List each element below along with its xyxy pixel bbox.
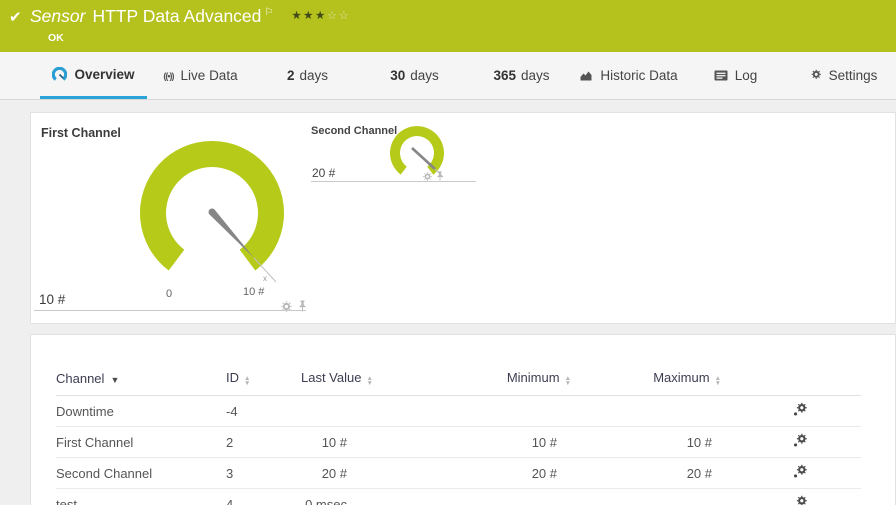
cell-last-value: 10 # — [301, 426, 375, 458]
gauges-panel: First Channel 0 10 # x 10 # Second Chann… — [30, 112, 896, 324]
tab-label: Historic Data — [600, 68, 678, 83]
secondary-gauge — [390, 126, 444, 178]
tab-settings[interactable]: Settings — [789, 52, 896, 99]
sensor-status-header: ✔ Sensor HTTP Data Advanced ⚐ ★★★☆☆ OK — [0, 0, 896, 52]
cell-maximum: 10 # — [585, 426, 735, 458]
tab-log[interactable]: Log — [682, 52, 789, 99]
gauge-scale-min: 0 — [165, 288, 173, 300]
object-kind-label: Sensor — [30, 6, 86, 26]
ok-check-icon: ✔ — [9, 9, 22, 26]
channels-panel: Channel ▼ ID ▲ ▼ Last Value ▲ ▼ Minimum ▲ ▼ Max… — [30, 334, 896, 505]
table-row[interactable]: Downtime -4 — [56, 395, 861, 427]
log-icon — [714, 70, 728, 81]
gauge-needle — [411, 147, 436, 170]
table-header-row: Channel ▼ ID ▲ ▼ Last Value ▲ ▼ Minimum ▲ ▼ Max… — [56, 370, 861, 396]
gauge-icon — [52, 66, 68, 81]
tab-bar: Overview ((•)) Live Data 2 days 30 days … — [0, 52, 896, 100]
secondary-channel-value: 20 # — [312, 166, 336, 180]
tab-label: days — [299, 68, 329, 83]
table-row[interactable]: test 4 0 msec — [56, 488, 861, 505]
channel-settings-icon[interactable] — [793, 464, 808, 479]
tab-overview[interactable]: Overview — [40, 52, 147, 99]
tab-label: Settings — [828, 68, 878, 83]
cell-id: 2 — [226, 426, 301, 458]
cell-maximum — [585, 488, 735, 505]
tab-label: Live Data — [180, 68, 238, 83]
cell-minimum — [375, 395, 585, 427]
gauge-scale-max: 10 # — [243, 286, 265, 298]
column-header-last-value[interactable]: Last Value ▲ ▼ — [301, 370, 375, 396]
sort-icon: ▲ ▼ — [244, 375, 251, 387]
cell-minimum: 10 # — [375, 426, 585, 458]
tab-30-days[interactable]: 30 days — [361, 52, 468, 99]
tab-365-days[interactable]: 365 days — [468, 52, 575, 99]
cell-maximum: 20 # — [585, 457, 735, 489]
tab-number: 2 — [286, 68, 295, 83]
tab-label: Log — [734, 68, 758, 83]
tile-underline — [34, 310, 306, 311]
column-header-id[interactable]: ID ▲ ▼ — [226, 370, 301, 396]
cell-id: 4 — [226, 488, 301, 505]
column-header-minimum[interactable]: Minimum ▲ ▼ — [375, 370, 585, 396]
live-data-icon: ((•)) — [163, 70, 174, 81]
sort-icon: ▲ ▼ — [714, 375, 721, 387]
cell-maximum — [585, 395, 735, 427]
gauge-needle-marker: x — [263, 274, 267, 283]
flag-icon[interactable]: ⚐ — [264, 7, 273, 18]
sort-icon: ▲ ▼ — [564, 375, 571, 387]
sensor-title: HTTP Data Advanced — [92, 6, 262, 26]
tab-number: 30 — [390, 68, 406, 83]
cell-minimum: 20 # — [375, 457, 585, 489]
channel-gear-icon[interactable] — [423, 171, 432, 181]
cell-channel[interactable]: First Channel — [56, 426, 226, 458]
stars-filled: ★★★ — [291, 10, 327, 22]
table-row[interactable]: First Channel 2 10 # 10 # 10 # — [56, 426, 861, 458]
tab-label: Overview — [74, 66, 135, 82]
stars-empty: ☆☆ — [326, 10, 351, 22]
status-badge: OK — [48, 32, 64, 44]
primary-channel-value: 10 # — [39, 292, 66, 307]
sensor-title-row: Sensor HTTP Data Advanced ⚐ ★★★☆☆ — [30, 6, 350, 27]
sort-icon: ▲ ▼ — [366, 375, 373, 387]
cell-id: 3 — [226, 457, 301, 489]
column-header-actions — [735, 370, 861, 396]
cell-last-value: 20 # — [301, 457, 375, 489]
cell-last-value — [301, 395, 375, 427]
priority-stars[interactable]: ★★★☆☆ — [291, 8, 350, 22]
cell-channel[interactable]: Downtime — [56, 395, 226, 427]
sort-desc-icon: ▼ — [110, 374, 120, 385]
tab-number: 365 — [493, 68, 516, 83]
column-header-maximum[interactable]: Maximum ▲ ▼ — [585, 370, 735, 396]
cell-channel[interactable]: test — [56, 488, 226, 505]
area-chart-icon — [580, 71, 592, 80]
channel-settings-icon[interactable] — [793, 433, 808, 448]
pin-icon[interactable] — [436, 171, 444, 181]
channel-settings-icon[interactable] — [793, 402, 808, 417]
gear-icon — [811, 69, 821, 79]
cell-id: -4 — [226, 395, 301, 427]
gauge-needle — [209, 209, 254, 258]
cell-minimum — [375, 488, 585, 505]
table-row[interactable]: Second Channel 3 20 # 20 # 20 # — [56, 457, 861, 489]
column-header-channel[interactable]: Channel ▼ — [56, 370, 226, 396]
primary-gauge — [140, 140, 285, 283]
tab-live-data[interactable]: ((•)) Live Data — [147, 52, 254, 99]
channels-table: Channel ▼ ID ▲ ▼ Last Value ▲ ▼ Minimum ▲ ▼ Max… — [56, 370, 861, 505]
tab-2-days[interactable]: 2 days — [254, 52, 361, 99]
cell-last-value: 0 msec — [301, 488, 375, 505]
tab-label: days — [521, 68, 550, 83]
tile-underline — [311, 181, 476, 182]
cell-channel[interactable]: Second Channel — [56, 457, 226, 489]
channel-settings-icon[interactable] — [793, 495, 808, 505]
tab-historic-data[interactable]: Historic Data — [575, 52, 682, 99]
tab-label: days — [410, 68, 439, 83]
